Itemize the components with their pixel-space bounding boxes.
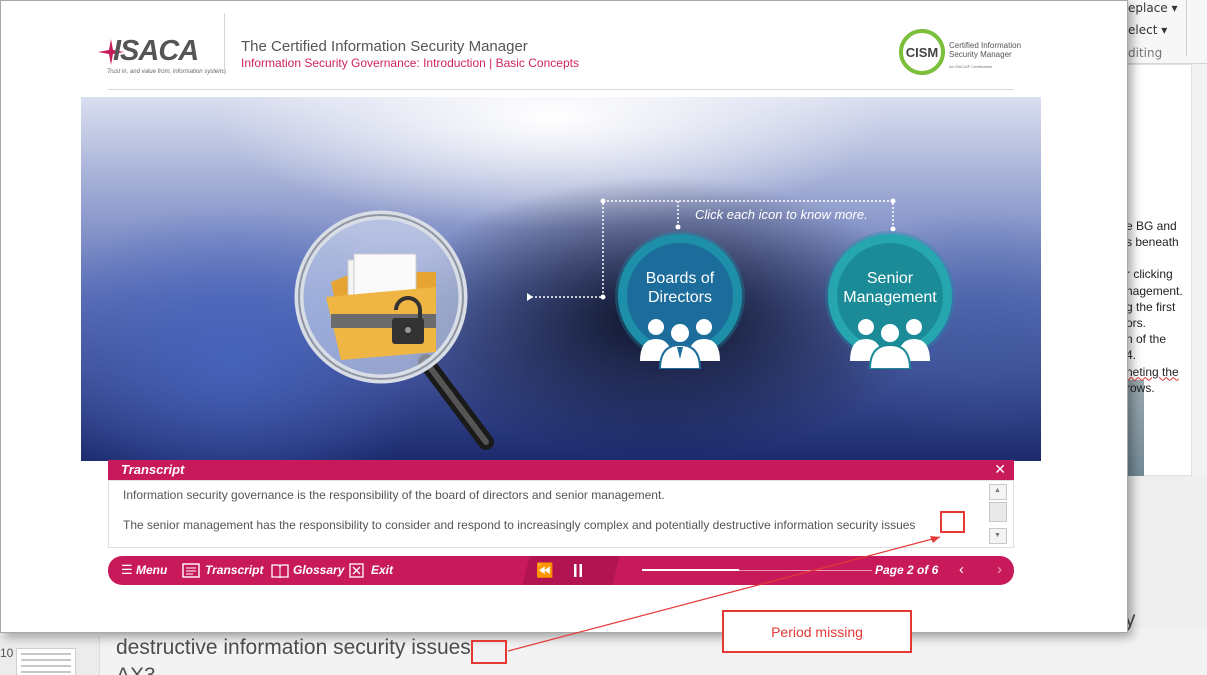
annotation-highlight-box	[471, 640, 507, 664]
annotation-arrow	[507, 536, 941, 652]
annotation-callout: Period missing	[722, 610, 912, 653]
annotation-highlight-box	[940, 511, 965, 533]
